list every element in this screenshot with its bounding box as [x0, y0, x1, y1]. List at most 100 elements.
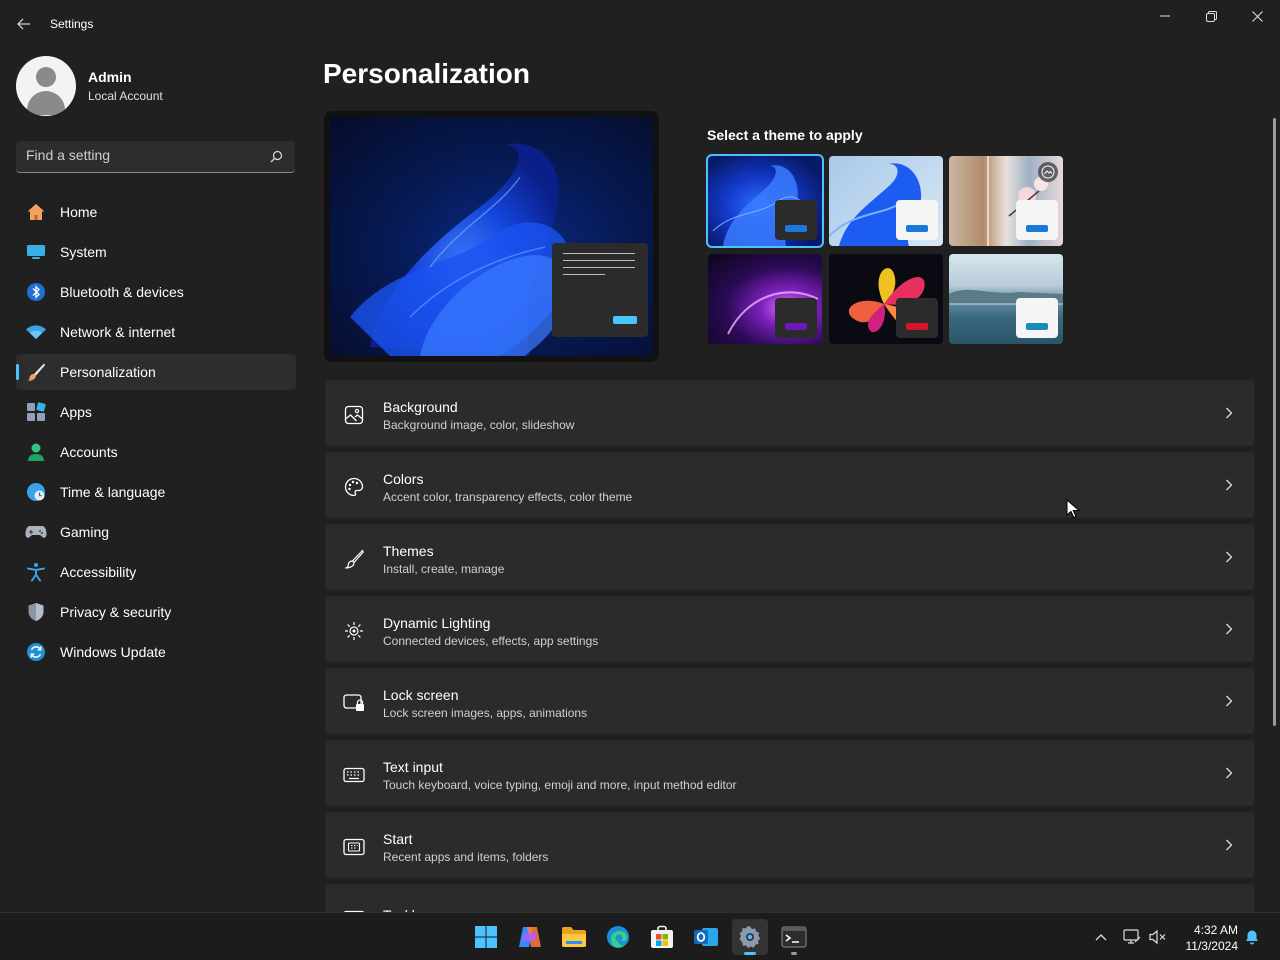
chevron-right-icon — [1222, 766, 1236, 780]
sidebar-item-label: Apps — [60, 404, 92, 420]
system-clock[interactable]: 4:32 AM 11/3/2024 — [1172, 922, 1239, 954]
setting-lock-screen[interactable]: Lock screen Lock screen images, apps, an… — [325, 668, 1255, 734]
volume-button[interactable] — [1148, 927, 1168, 947]
theme-glow-spotlight[interactable] — [949, 156, 1063, 246]
setting-subtitle: Lock screen images, apps, animations — [383, 706, 588, 720]
taskbar-terminal[interactable] — [776, 919, 812, 955]
folder-icon — [562, 927, 586, 947]
lighting-icon — [342, 619, 366, 643]
setting-colors[interactable]: Colors Accent color, transparency effect… — [325, 452, 1255, 518]
theme-glow[interactable] — [708, 254, 822, 344]
taskbar-copilot[interactable] — [512, 919, 548, 955]
bluetooth-icon — [25, 281, 47, 303]
restore-button[interactable] — [1188, 4, 1234, 28]
notifications-button[interactable] — [1242, 927, 1262, 947]
sidebar-item-label: Accessibility — [60, 564, 137, 580]
setting-subtitle: Recent apps and items, folders — [383, 850, 549, 864]
taskbar: 4:32 AM 11/3/2024 — [0, 912, 1280, 960]
setting-start[interactable]: Start Recent apps and items, folders — [325, 812, 1255, 878]
setting-dynamic-lighting[interactable]: Dynamic Lighting Connected devices, effe… — [325, 596, 1255, 662]
show-hidden-icons-button[interactable] — [1091, 927, 1111, 947]
theme-captured-motion[interactable] — [829, 254, 943, 344]
user-profile[interactable]: Admin Local Account — [16, 56, 163, 116]
sidebar-item-label: Privacy & security — [60, 604, 172, 620]
profile-name: Admin — [88, 69, 132, 85]
setting-text-input[interactable]: Text input Touch keyboard, voice typing,… — [325, 740, 1255, 806]
settings-list: Background Background image, color, slid… — [325, 380, 1255, 956]
keyboard-icon — [342, 763, 366, 787]
terminal-icon — [781, 926, 807, 948]
start-button[interactable] — [468, 919, 504, 955]
speaker-muted-icon — [1149, 929, 1166, 945]
sidebar-item-label: Home — [60, 204, 98, 220]
close-button[interactable] — [1234, 4, 1280, 28]
theme-flow[interactable] — [949, 254, 1063, 344]
store-icon — [651, 925, 673, 948]
minimize-icon — [1160, 15, 1170, 17]
sidebar-item-gaming[interactable]: Gaming — [16, 514, 296, 550]
sidebar-item-accessibility[interactable]: Accessibility — [16, 554, 296, 590]
sidebar-item-privacy-security[interactable]: Privacy & security — [16, 594, 296, 630]
theme-windows-dark[interactable] — [706, 154, 824, 248]
taskbar-edge[interactable] — [600, 919, 636, 955]
system-icon — [25, 241, 47, 263]
title-bar: Settings — [0, 0, 1280, 48]
setting-title: Text input — [383, 759, 443, 775]
close-icon — [1251, 10, 1263, 22]
minimize-button[interactable] — [1142, 4, 1188, 28]
sidebar-item-network[interactable]: Network & internet — [16, 314, 296, 350]
setting-subtitle: Connected devices, effects, app settings — [383, 634, 599, 648]
profile-account-type: Local Account — [88, 89, 163, 103]
sidebar-item-personalization[interactable]: Personalization — [16, 354, 296, 390]
taskbar-store[interactable] — [644, 919, 680, 955]
clock-date: 11/3/2024 — [1185, 939, 1239, 953]
taskbar-outlook[interactable] — [688, 919, 724, 955]
sidebar-nav: Home System Bluetooth & devices Network … — [16, 194, 296, 674]
theme-windows-light[interactable] — [829, 156, 943, 246]
sidebar-item-accounts[interactable]: Accounts — [16, 434, 296, 470]
search-input[interactable] — [26, 147, 256, 163]
preview-wallpaper — [330, 117, 653, 356]
back-button[interactable] — [12, 12, 36, 36]
slideshow-icon — [1038, 162, 1058, 182]
chevron-right-icon — [1222, 478, 1236, 492]
search-icon[interactable] — [270, 150, 283, 163]
bell-icon — [1246, 930, 1258, 945]
accessibility-icon — [25, 561, 47, 583]
sidebar-item-label: Personalization — [60, 364, 156, 380]
preview-window — [552, 243, 648, 337]
setting-themes[interactable]: Themes Install, create, manage — [325, 524, 1255, 590]
sidebar-item-windows-update[interactable]: Windows Update — [16, 634, 296, 670]
sidebar-item-label: System — [60, 244, 107, 260]
theme-preview — [324, 111, 659, 362]
taskbar-file-explorer[interactable] — [556, 919, 592, 955]
accounts-icon — [25, 441, 47, 463]
search-box[interactable] — [16, 141, 295, 173]
wifi-icon — [25, 321, 47, 343]
sidebar-item-system[interactable]: System — [16, 234, 296, 270]
setting-subtitle: Install, create, manage — [383, 562, 505, 576]
shield-icon — [25, 601, 47, 623]
network-status-button[interactable] — [1122, 927, 1142, 947]
chevron-up-icon — [1095, 934, 1107, 941]
setting-background[interactable]: Background Background image, color, slid… — [325, 380, 1255, 446]
sidebar-item-apps[interactable]: Apps — [16, 394, 296, 430]
gamepad-icon — [25, 521, 47, 543]
scrollbar[interactable] — [1273, 118, 1276, 726]
sidebar-item-label: Windows Update — [60, 644, 166, 660]
taskbar-settings[interactable] — [732, 919, 768, 955]
chevron-right-icon — [1222, 838, 1236, 852]
setting-title: Colors — [383, 471, 424, 487]
page-title: Personalization — [323, 58, 530, 89]
setting-title: Background — [383, 399, 458, 415]
network-icon — [1123, 929, 1141, 944]
apps-icon — [25, 401, 47, 423]
outlook-icon — [694, 928, 718, 946]
setting-subtitle: Touch keyboard, voice typing, emoji and … — [383, 778, 737, 792]
sidebar-item-time-language[interactable]: Time & language — [16, 474, 296, 510]
mouse-cursor-icon — [1066, 499, 1080, 519]
sidebar-item-home[interactable]: Home — [16, 194, 296, 230]
chevron-right-icon — [1222, 406, 1236, 420]
sidebar-item-bluetooth[interactable]: Bluetooth & devices — [16, 274, 296, 310]
chevron-right-icon — [1222, 550, 1236, 564]
